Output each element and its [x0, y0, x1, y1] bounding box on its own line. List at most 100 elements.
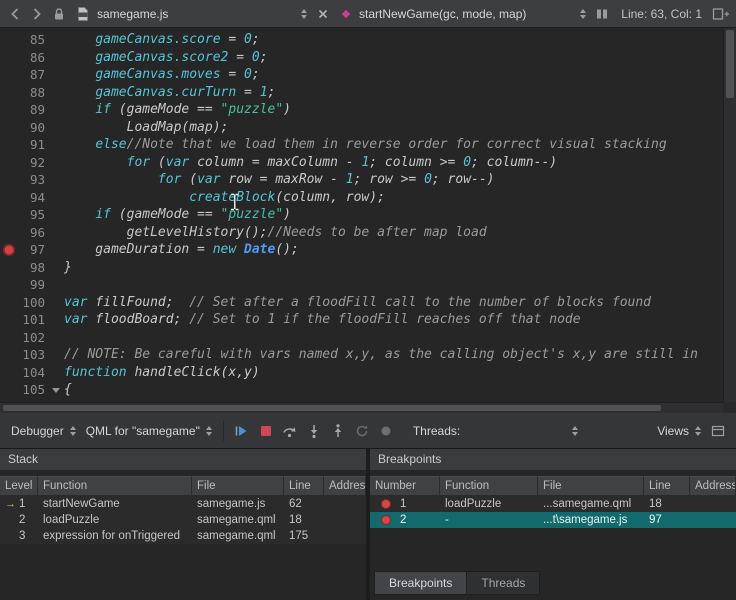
scrollbar-thumb[interactable]	[3, 405, 661, 411]
split-view-button[interactable]	[591, 3, 613, 25]
code-line[interactable]: 85 gameCanvas.score = 0;	[0, 31, 723, 49]
breakpoint-margin[interactable]	[0, 84, 18, 102]
breakpoint-margin[interactable]	[0, 241, 18, 259]
breakpoint-row[interactable]: 1loadPuzzle...samegame.qml18	[370, 496, 736, 512]
forward-button[interactable]	[26, 3, 48, 25]
code-line[interactable]: 95 if (gameMode == "puzzle")	[0, 206, 723, 224]
column-header[interactable]: File	[538, 476, 644, 496]
stop-debugger-button[interactable]	[254, 419, 278, 443]
debugger-engine-select[interactable]: QML for "samegame"	[81, 419, 217, 443]
column-header[interactable]: Line	[644, 476, 690, 496]
fold-margin[interactable]	[50, 381, 64, 399]
code-line[interactable]: 94 createBlock(column, row);	[0, 189, 723, 207]
back-button[interactable]	[4, 3, 26, 25]
editor-vertical-scrollbar[interactable]	[723, 28, 736, 402]
breakpoint-margin[interactable]	[0, 189, 18, 207]
code-text: var fillFound; // Set after a floodFill …	[64, 294, 723, 312]
code-line[interactable]: 91 else//Note that we load them in rever…	[0, 136, 723, 154]
column-header[interactable]: File	[192, 476, 284, 496]
code-token: function	[64, 365, 127, 380]
line-number: 101	[18, 311, 50, 329]
breakpoint-margin[interactable]	[0, 311, 18, 329]
record-button[interactable]	[374, 419, 398, 443]
breakpoint-margin[interactable]	[0, 259, 18, 277]
breakpoint-margin[interactable]	[0, 154, 18, 172]
fold-margin	[50, 171, 64, 189]
column-header[interactable]: Line	[284, 476, 324, 496]
editor-horizontal-scrollbar[interactable]	[0, 402, 723, 413]
column-header[interactable]: Address	[324, 476, 366, 496]
code-line[interactable]: 86 gameCanvas.score2 = 0;	[0, 49, 723, 67]
stack-row[interactable]: 3expression for onTriggeredsamegame.qml1…	[0, 528, 366, 544]
current-symbol-name: startNewGame(gc, mode, map)	[359, 7, 526, 21]
lock-button[interactable]	[48, 3, 70, 25]
close-document-button[interactable]	[312, 3, 334, 25]
tab-breakpoints[interactable]: Breakpoints	[374, 571, 467, 595]
breakpoint-margin[interactable]	[0, 364, 18, 382]
column-header[interactable]: Address	[690, 476, 736, 496]
code-line[interactable]: 88 gameCanvas.curTurn = 1;	[0, 84, 723, 102]
code-line[interactable]: 103// NOTE: Be careful with vars named x…	[0, 346, 723, 364]
step-out-button[interactable]	[326, 419, 350, 443]
code-line[interactable]: 97 gameDuration = new Date();	[0, 241, 723, 259]
code-line[interactable]: 102	[0, 329, 723, 347]
split-editor-button[interactable]	[710, 3, 732, 25]
code-token: ;	[252, 67, 260, 82]
breakpoint-margin[interactable]	[0, 206, 18, 224]
breakpoint-margin[interactable]	[0, 31, 18, 49]
breakpoint-margin[interactable]	[0, 294, 18, 312]
fold-arrow-icon[interactable]	[52, 388, 60, 393]
code-line[interactable]: 96 getLevelHistory();//Needs to be after…	[0, 224, 723, 242]
code-line[interactable]: 90 LoadMap(map);	[0, 119, 723, 137]
code-line[interactable]: 105{	[0, 381, 723, 399]
open-document-selector[interactable]: samegame.js	[70, 2, 312, 26]
breakpoint-margin[interactable]	[0, 49, 18, 67]
breakpoint-margin[interactable]	[0, 171, 18, 189]
threads-select[interactable]: Threads:	[408, 419, 587, 443]
breakpoint-margin[interactable]	[0, 276, 18, 294]
code-token: }	[64, 260, 72, 275]
breakpoint-margin[interactable]	[0, 101, 18, 119]
debugger-mode-select[interactable]: Debugger	[6, 419, 81, 443]
breakpoint-margin[interactable]	[0, 381, 18, 399]
code-line[interactable]: 87 gameCanvas.moves = 0;	[0, 66, 723, 84]
column-header[interactable]: Function	[38, 476, 192, 496]
step-into-button[interactable]	[302, 419, 326, 443]
continue-button[interactable]	[230, 419, 254, 443]
threads-combo-box[interactable]	[466, 421, 582, 441]
code-token: "puzzle"	[221, 102, 284, 117]
breakpoint-marker-icon[interactable]	[3, 244, 15, 256]
breakpoint-row[interactable]: 2-...t\samegame.js97	[370, 512, 736, 528]
fold-margin	[50, 346, 64, 364]
views-menu[interactable]: Views	[652, 419, 706, 443]
tab-threads[interactable]: Threads	[467, 571, 540, 595]
stack-row[interactable]: →1startNewGamesamegame.js62	[0, 496, 366, 512]
breakpoint-margin[interactable]	[0, 346, 18, 364]
breakpoint-margin[interactable]	[0, 119, 18, 137]
code-line[interactable]: 93 for (var row = maxRow - 1; row >= 0; …	[0, 171, 723, 189]
code-line[interactable]: 99	[0, 276, 723, 294]
breakpoint-margin[interactable]	[0, 136, 18, 154]
code-token: gameCanvas.score	[95, 32, 220, 47]
column-header[interactable]: Level	[0, 476, 38, 496]
breakpoint-margin[interactable]	[0, 329, 18, 347]
code-line[interactable]: 92 for (var column = maxColumn - 1; colu…	[0, 154, 723, 172]
breakpoint-margin[interactable]	[0, 66, 18, 84]
code-token	[64, 102, 95, 117]
code-text: if (gameMode == "puzzle")	[64, 206, 723, 224]
step-over-button[interactable]	[278, 419, 302, 443]
symbol-selector[interactable]: startNewGame(gc, mode, map)	[334, 2, 591, 26]
code-line[interactable]: 89 if (gameMode == "puzzle")	[0, 101, 723, 119]
column-header[interactable]: Number	[370, 476, 440, 496]
breakpoint-margin[interactable]	[0, 224, 18, 242]
code-line[interactable]: 104function handleClick(x,y)	[0, 364, 723, 382]
column-header[interactable]: Function	[440, 476, 538, 496]
restart-button[interactable]	[350, 419, 374, 443]
scrollbar-thumb[interactable]	[726, 30, 734, 98]
panel-toggle-button[interactable]	[706, 419, 730, 443]
code-editor[interactable]: 85 gameCanvas.score = 0;86 gameCanvas.sc…	[0, 28, 736, 413]
stack-row[interactable]: 2loadPuzzlesamegame.qml18	[0, 512, 366, 528]
code-line[interactable]: 98}	[0, 259, 723, 277]
code-line[interactable]: 101var floodBoard; // Set to 1 if the fl…	[0, 311, 723, 329]
code-line[interactable]: 100var fillFound; // Set after a floodFi…	[0, 294, 723, 312]
